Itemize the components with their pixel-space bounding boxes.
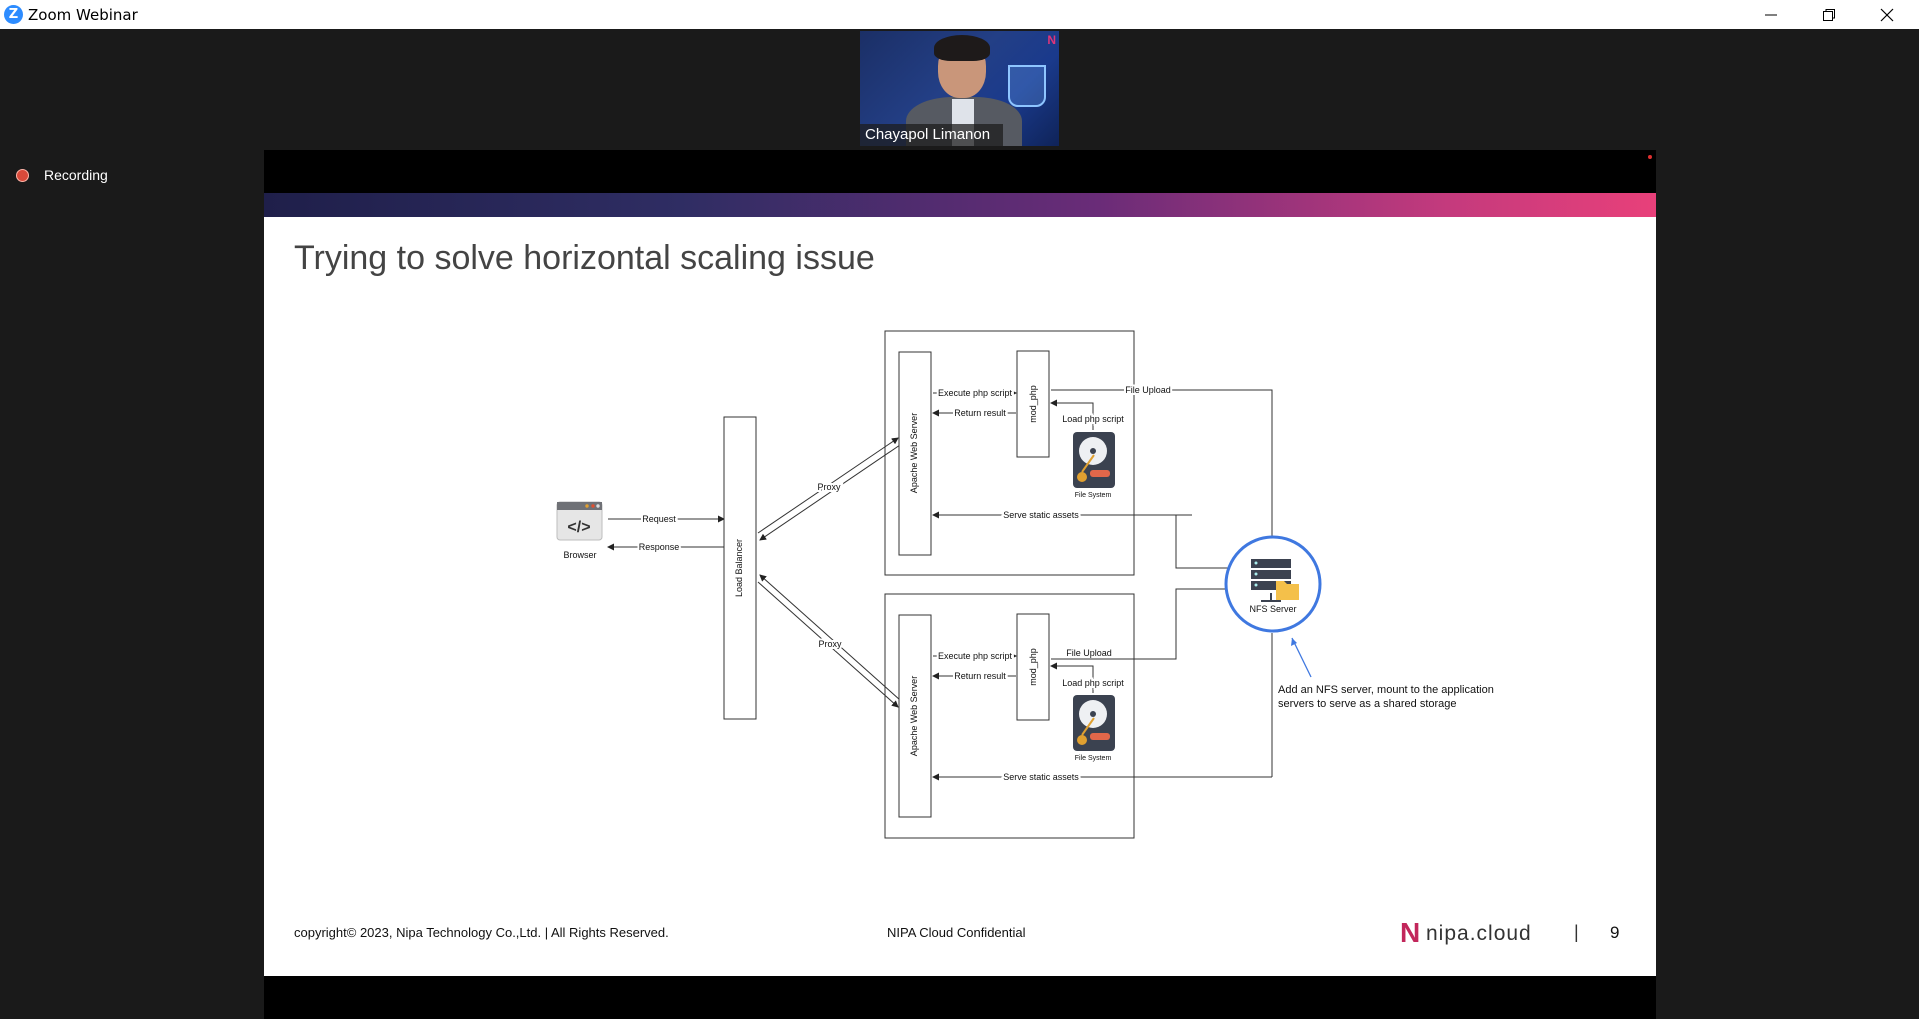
recording-label: Recording: [44, 167, 108, 183]
proxy-top-label: Proxy: [817, 482, 841, 492]
file-system-label-bottom: File System: [1075, 755, 1112, 762]
share-indicator-dot: [1648, 155, 1652, 159]
recording-icon: [16, 169, 29, 182]
nfs-annotation: Add an NFS server, mount to the applicat…: [1278, 637, 1494, 710]
execute-php-label-bottom: Execute php script: [938, 651, 1013, 661]
close-icon: [1880, 8, 1894, 22]
confidential-text: NIPA Cloud Confidential: [887, 925, 1026, 940]
mod-php-label-bottom: mod_php: [1028, 648, 1038, 686]
minimize-icon: [1765, 14, 1777, 16]
background-bucket-graphic: [1008, 65, 1046, 107]
file-system-icon-top: [1073, 432, 1115, 488]
browser-node: </> Browser: [556, 501, 603, 560]
footer-separator: |: [1574, 922, 1579, 942]
browser-label: Browser: [563, 550, 596, 560]
close-button[interactable]: [1858, 0, 1916, 29]
file-upload-label-top: File Upload: [1125, 385, 1171, 395]
minimize-button[interactable]: [1742, 0, 1800, 29]
slide-page-number: 9: [1610, 923, 1620, 942]
restore-button[interactable]: [1800, 0, 1858, 29]
return-result-label-bottom: Return result: [954, 671, 1006, 681]
proxy-arrows: Proxy Proxy: [757, 437, 901, 708]
copyright-text: copyright© 2023, Nipa Technology Co.,Ltd…: [294, 925, 669, 940]
nipa-logo-mark: N: [1400, 917, 1421, 948]
return-result-label-top: Return result: [954, 408, 1006, 418]
file-system-label-top: File System: [1075, 492, 1112, 499]
architecture-diagram: </> Browser Request Response Load Balanc…: [556, 330, 1494, 839]
participant-name-tag: Chayapol Limanon: [860, 124, 1003, 146]
request-response-arrows: Request Response: [607, 512, 725, 554]
nipa-logo-text: nipa.cloud: [1426, 922, 1532, 945]
nfs-server-label: NFS Server: [1249, 604, 1296, 614]
app-server-bottom: Apache Web Server mod_php Execute php sc…: [884, 593, 1272, 839]
file-system-icon-bottom: [1073, 695, 1115, 751]
zoom-app-icon: Z: [4, 5, 23, 24]
nfs-server-node: NFS Server: [1224, 535, 1322, 633]
restore-icon: [1823, 9, 1835, 21]
execute-php-label-top: Execute php script: [938, 388, 1013, 398]
nfs-note-line-1: Add an NFS server, mount to the applicat…: [1278, 684, 1494, 696]
load-php-label-top: Load php script: [1062, 414, 1124, 424]
shared-screen[interactable]: Trying to solve horizontal scaling issue…: [264, 150, 1656, 1019]
window-titlebar: Z Zoom Webinar: [0, 0, 1919, 29]
nfs-note-line-2: servers to serve as a shared storage: [1278, 698, 1457, 710]
speaker-hair: [934, 35, 990, 61]
presentation-slide: Trying to solve horizontal scaling issue…: [264, 193, 1656, 976]
serve-static-label-bottom: Serve static assets: [1003, 772, 1079, 782]
request-label: Request: [642, 514, 676, 524]
apache-web-server-label-bottom: Apache Web Server: [909, 676, 919, 756]
browser-code-icon: </>: [567, 519, 590, 536]
apache-web-server-label-top: Apache Web Server: [909, 413, 919, 493]
file-upload-label-bottom: File Upload: [1066, 648, 1112, 658]
video-brand-badge: N: [1047, 33, 1056, 47]
mod-php-label-top: mod_php: [1028, 385, 1038, 423]
load-balancer-node: Load Balancer: [723, 416, 757, 720]
load-balancer-label: Load Balancer: [734, 539, 744, 597]
app-server-top: Apache Web Server mod_php Execute php sc…: [884, 330, 1192, 576]
serve-static-label-top: Serve static assets: [1003, 510, 1079, 520]
response-label: Response: [639, 542, 680, 552]
window-title: Zoom Webinar: [28, 6, 138, 24]
proxy-bottom-label: Proxy: [818, 639, 842, 649]
load-php-label-bottom: Load php script: [1062, 678, 1124, 688]
